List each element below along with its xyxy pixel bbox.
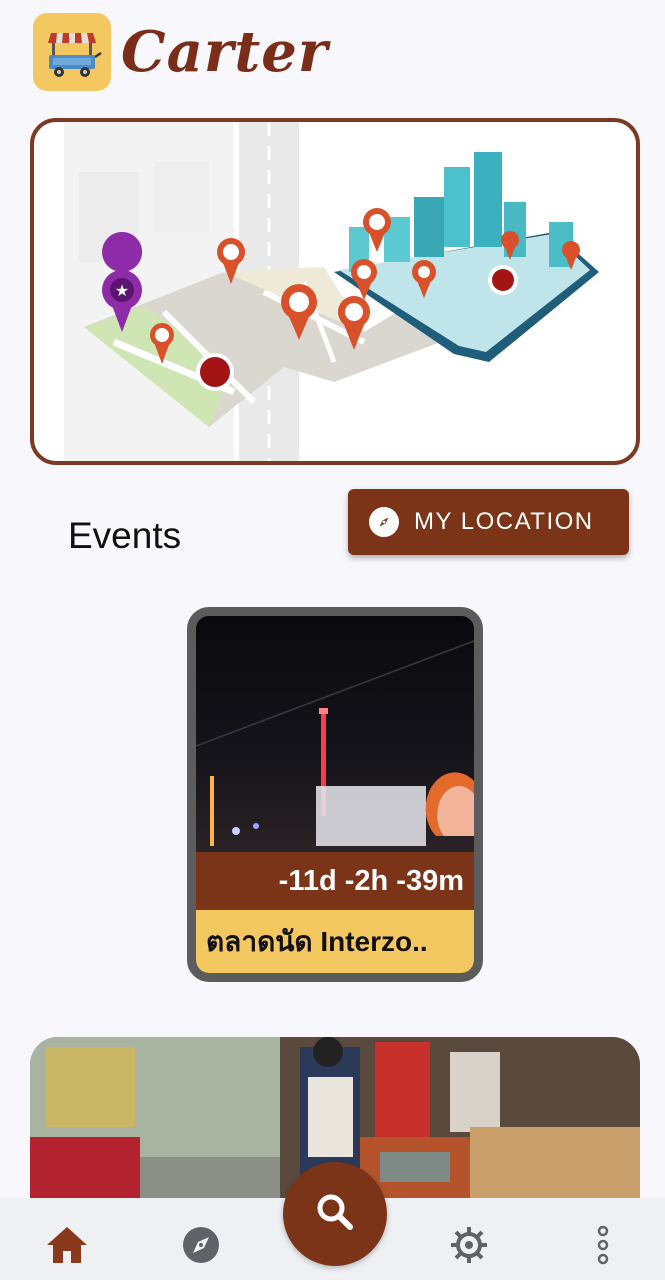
home-screen: Carter ★ Events MY LOCATION -11d -2h -39… (0, 0, 665, 1280)
my-location-button[interactable]: MY LOCATION (348, 489, 629, 555)
app-header: Carter (33, 12, 328, 92)
event-countdown: -11d -2h -39m (196, 852, 474, 910)
home-icon[interactable] (42, 1220, 92, 1270)
event-card[interactable]: -11d -2h -39m ตลาดนัด Interzo.. (187, 607, 483, 982)
compass-icon (369, 507, 399, 537)
events-section-title: Events (68, 515, 182, 556)
event-name: ตลาดนัด Interzo.. (196, 910, 474, 973)
hero-map-illustration: ★ (30, 118, 640, 465)
food-cart-icon (33, 13, 111, 91)
brand-name: Carter (121, 19, 329, 85)
compass-icon[interactable] (176, 1220, 226, 1270)
my-location-label: MY LOCATION (414, 508, 594, 535)
search-icon (315, 1192, 355, 1237)
event-photo (196, 616, 474, 852)
gear-icon[interactable] (444, 1220, 494, 1270)
search-button[interactable] (283, 1162, 387, 1266)
more-vertical-icon[interactable] (578, 1220, 628, 1270)
svg-text:★: ★ (115, 281, 129, 300)
